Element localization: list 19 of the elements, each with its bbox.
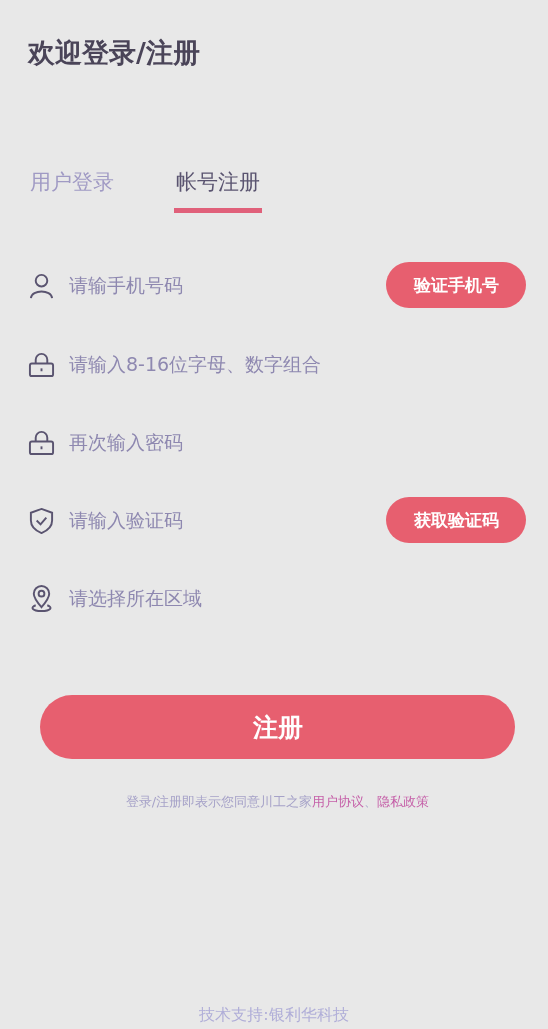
page-title: 欢迎登录/注册: [28, 36, 201, 70]
lock-icon: [28, 428, 55, 456]
agreement-text: 登录/注册即表示您同意川工之家用户协议、隐私政策: [124, 793, 431, 811]
footer-text: 技术支持:银利华科技: [198, 1004, 350, 1026]
action-button[interactable]: 验证手机号: [386, 262, 526, 308]
tab[interactable]: 用户登录: [28, 168, 116, 213]
register-button[interactable]: 注册: [40, 695, 515, 759]
action-button[interactable]: 获取验证码: [386, 497, 526, 543]
input-field[interactable]: 请输手机号码: [69, 270, 386, 300]
lock-icon: [28, 350, 55, 378]
input-field[interactable]: 请选择所在区域: [69, 583, 526, 613]
input-field[interactable]: 再次输入密码: [69, 427, 526, 457]
person-icon: [28, 271, 55, 299]
tab[interactable]: 帐号注册: [174, 168, 262, 213]
shield-check-icon: [28, 506, 55, 534]
agreement-link[interactable]: 用户协议: [312, 794, 365, 809]
agreement-link[interactable]: 隐私政策: [377, 794, 430, 809]
input-field[interactable]: 请输入验证码: [69, 505, 386, 535]
input-field[interactable]: 请输入8-16位字母、数字组合: [69, 349, 526, 379]
